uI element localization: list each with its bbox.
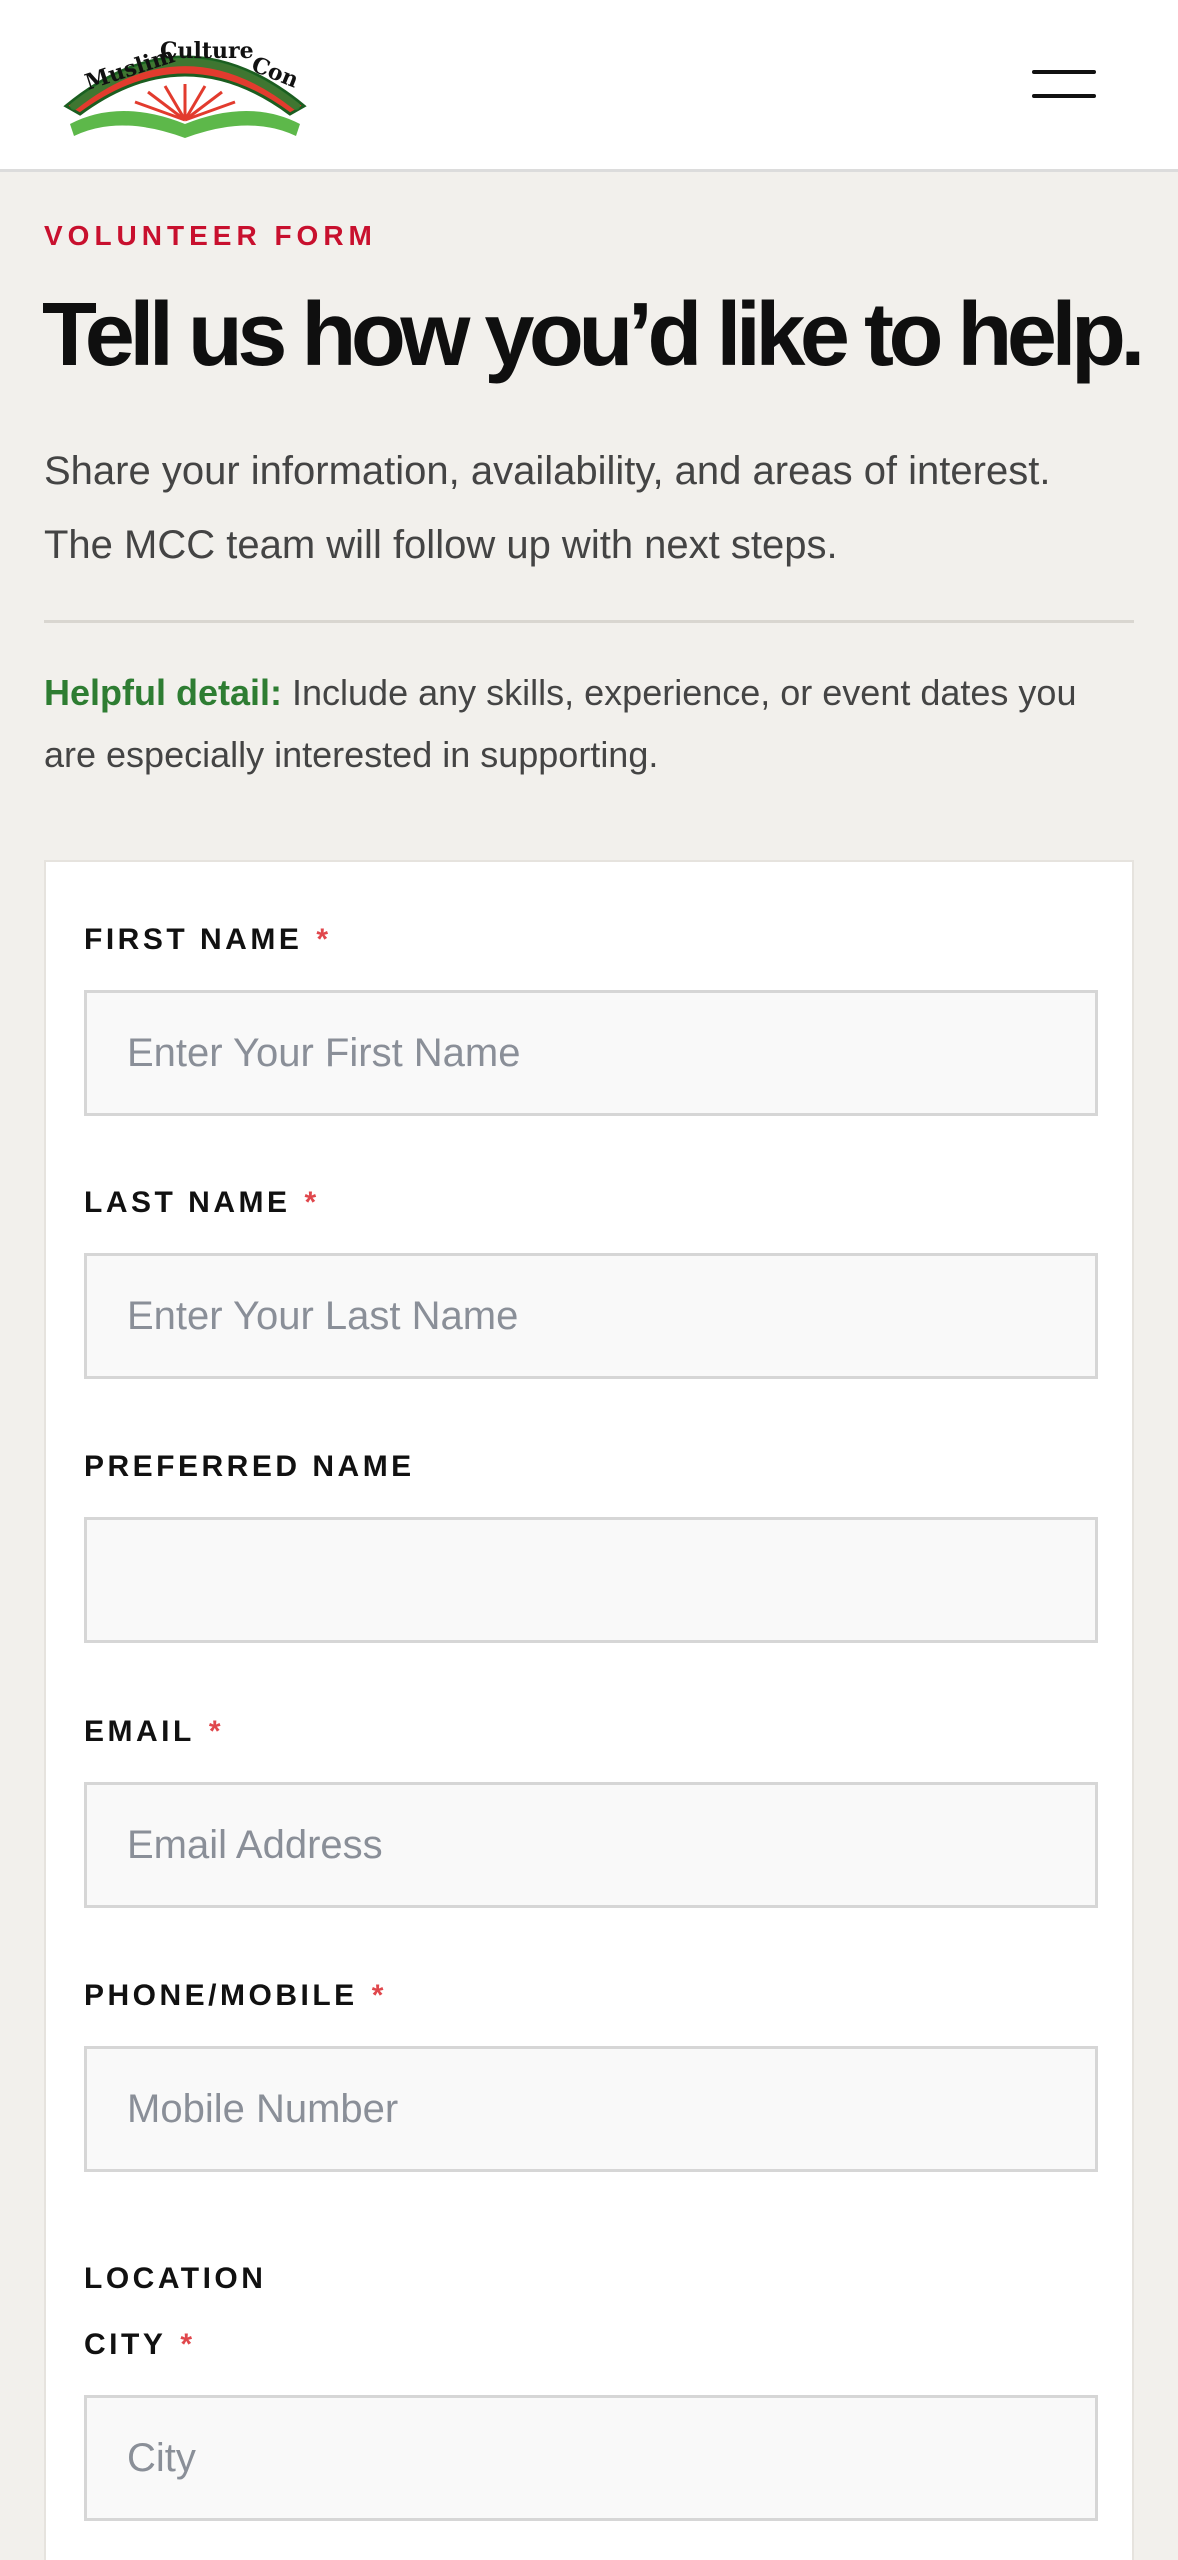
helpful-detail-lead: Helpful detail: [44,672,283,713]
email-input[interactable] [84,1782,1098,1908]
required-marker: * [208,1715,221,1748]
last-name-input[interactable] [84,1253,1098,1379]
site-header: Muslim Culture Con [0,0,1178,172]
email-label: EMAIL * [84,1715,221,1748]
eyebrow-label: VOLUNTEER FORM [44,220,377,251]
phone-label: PHONE/MOBILE * [84,1979,384,2012]
preferred-name-input[interactable] [84,1517,1098,1643]
city-input[interactable] [84,2395,1098,2521]
email-field: EMAIL * [84,1712,1098,1908]
location-heading: LOCATION [84,2262,267,2295]
svg-text:Culture: Culture [160,38,254,64]
required-marker: * [180,2328,193,2361]
muslim-culture-con-logo[interactable]: Muslim Culture Con [60,28,310,140]
volunteer-form: FIRST NAME* LAST NAME* PREFERRED NAME EM… [44,860,1134,2560]
preferred-name-label: PREFERRED NAME [84,1450,415,1483]
intro-description: Share your information, availability, an… [44,449,1051,567]
menu-button[interactable] [1020,56,1100,112]
last-name-label: LAST NAME * [84,1186,317,1219]
hamburger-menu-icon [1032,70,1096,74]
city-label: CITY * [84,2328,193,2361]
helpful-detail: Helpful detail: Include any skills, expe… [44,662,1134,786]
city-field: CITY * [84,2325,1098,2521]
first-name-input[interactable] [84,990,1098,1116]
required-marker: * [316,923,329,956]
first-name-label: FIRST NAME * [84,923,329,956]
phone-input[interactable] [84,2046,1098,2172]
required-marker: * [371,1979,384,2012]
hamburger-menu-icon-bar [1032,94,1096,98]
last-name-field: LAST NAME * [84,1183,1098,1379]
phone-field: PHONE/MOBILE * [84,1976,1098,2172]
preferred-name-field: PREFERRED NAME [84,1447,1098,1643]
section-divider [44,620,1134,623]
required-marker: * [304,1186,317,1219]
page-title: Tell us how you’d like to help. [42,285,1145,385]
first-name-field: FIRST NAME * [84,920,1098,1116]
